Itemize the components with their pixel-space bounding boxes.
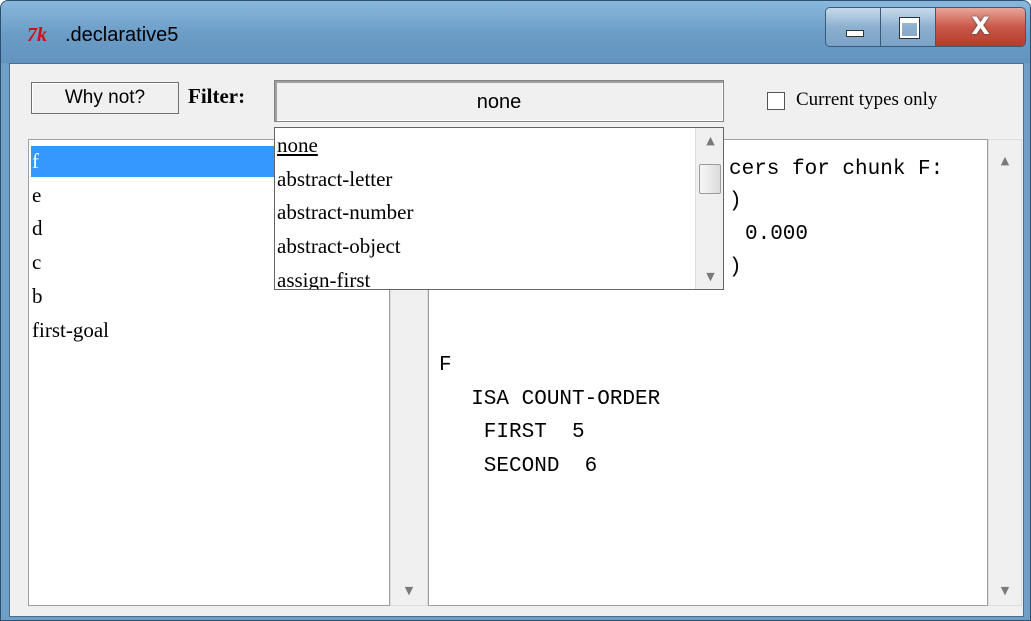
detail-line: cers for chunk F: bbox=[729, 158, 944, 181]
client-area: Why not? Filter: none Current types only… bbox=[9, 63, 1024, 617]
scroll-up-arrow-icon[interactable]: ▲ bbox=[696, 134, 723, 147]
text-scrollbar[interactable]: ▲ ▼ bbox=[988, 139, 1022, 606]
dropdown-scrollbar[interactable]: ▲ ▼ bbox=[695, 128, 723, 289]
scroll-up-arrow-icon[interactable]: ▲ bbox=[989, 154, 1021, 167]
dropdown-option[interactable]: abstract-number bbox=[277, 195, 413, 229]
detail-line: ISA COUNT-ORDER bbox=[446, 388, 661, 411]
list-item[interactable]: first-goal bbox=[31, 315, 281, 346]
detail-line: 0.000 bbox=[745, 223, 809, 246]
title-bar[interactable]: 7k .declarative5 X bbox=[1, 1, 1030, 63]
window-controls: X bbox=[825, 7, 1026, 47]
filter-label: Filter: bbox=[188, 84, 246, 108]
detail-line: SECOND 6 bbox=[446, 455, 598, 478]
scroll-down-arrow-icon[interactable]: ▼ bbox=[696, 270, 723, 283]
list-item[interactable]: c bbox=[31, 247, 281, 278]
list-item[interactable]: b bbox=[31, 281, 281, 312]
detail-line: ) bbox=[729, 256, 742, 279]
dropdown-option[interactable]: abstract-object bbox=[277, 229, 401, 263]
maximize-button[interactable] bbox=[881, 8, 936, 46]
dropdown-option[interactable]: assign-first bbox=[277, 263, 370, 289]
minimize-button[interactable] bbox=[826, 8, 881, 46]
dropdown-option[interactable]: none bbox=[277, 128, 318, 162]
filter-dropdown-list[interactable]: none abstract-letter abstract-number abs… bbox=[274, 127, 724, 290]
detail-line: FIRST 5 bbox=[446, 421, 585, 444]
why-not-button[interactable]: Why not? bbox=[31, 82, 179, 114]
list-item[interactable]: d bbox=[31, 213, 281, 244]
detail-line: ) bbox=[729, 190, 742, 213]
filter-combobox[interactable]: none bbox=[274, 80, 724, 122]
current-types-label[interactable]: Current types only bbox=[796, 89, 937, 111]
list-item-selected[interactable]: f bbox=[31, 146, 281, 177]
list-item[interactable]: e bbox=[31, 180, 281, 211]
scrollbar-thumb[interactable] bbox=[699, 164, 721, 194]
app-window: 7k .declarative5 X Why not? Filter: none… bbox=[0, 0, 1031, 621]
close-button[interactable]: X bbox=[936, 8, 1025, 46]
scroll-down-arrow-icon[interactable]: ▼ bbox=[391, 584, 427, 597]
tk-app-icon: 7k bbox=[27, 24, 47, 46]
scroll-down-arrow-icon[interactable]: ▼ bbox=[989, 584, 1021, 597]
minimize-icon bbox=[846, 30, 864, 37]
maximize-icon bbox=[900, 18, 919, 38]
window-title: .declarative5 bbox=[65, 24, 179, 46]
dropdown-option[interactable]: abstract-letter bbox=[277, 162, 392, 196]
detail-line: F bbox=[439, 354, 452, 377]
current-types-checkbox[interactable] bbox=[767, 92, 785, 110]
close-icon: X bbox=[971, 12, 990, 40]
